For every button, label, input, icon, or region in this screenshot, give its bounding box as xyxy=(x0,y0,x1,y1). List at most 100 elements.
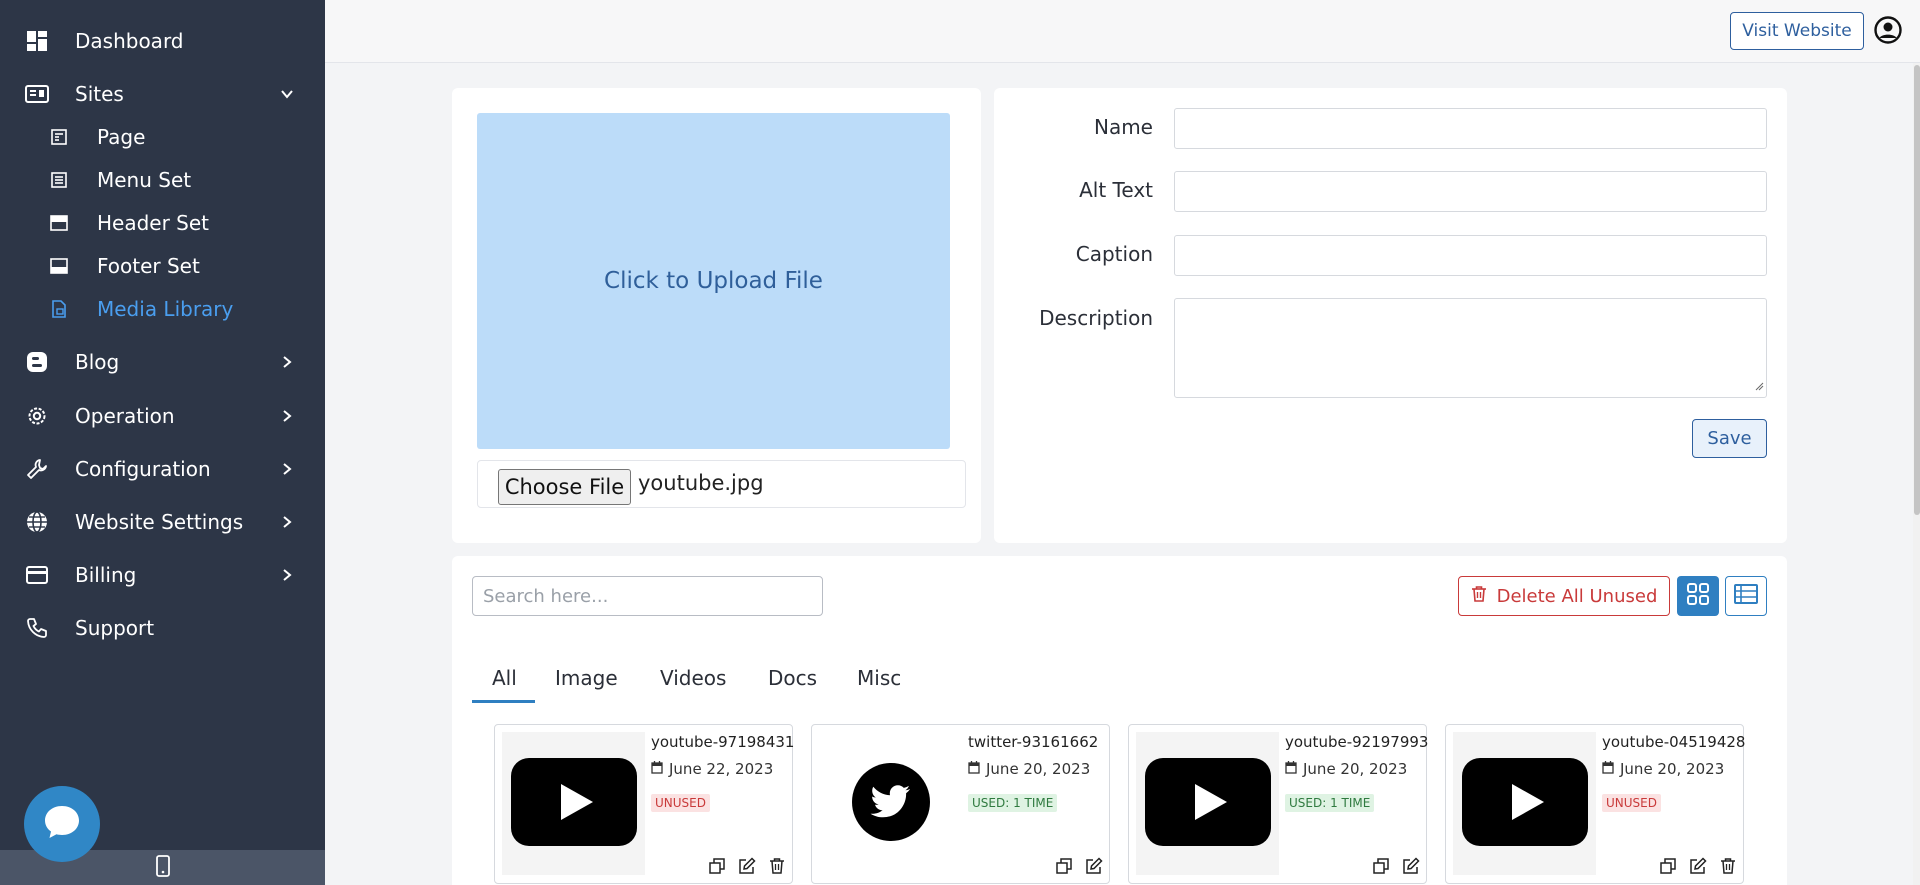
edit-icon[interactable] xyxy=(1688,856,1708,876)
sidebar-subitem-page[interactable]: Page xyxy=(0,117,325,157)
copy-icon[interactable] xyxy=(1371,856,1391,876)
sidebar-item-support[interactable]: Support xyxy=(0,608,325,648)
resize-handle-icon[interactable] xyxy=(1754,376,1764,395)
media-thumbnail[interactable] xyxy=(502,732,645,875)
sidebar-subitem-media-library[interactable]: Media Library xyxy=(0,289,325,329)
copy-icon[interactable] xyxy=(1658,856,1678,876)
upload-dropzone[interactable]: Click to Upload File xyxy=(477,113,950,449)
sidebar-item-label: Operation xyxy=(75,404,175,428)
edit-icon[interactable] xyxy=(737,856,757,876)
trash-icon[interactable] xyxy=(767,856,787,876)
sidebar-item-sites[interactable]: Sites xyxy=(0,74,325,114)
youtube-play-icon xyxy=(1143,756,1273,852)
active-tab-indicator xyxy=(472,700,535,703)
sidebar-item-operation[interactable]: Operation xyxy=(0,396,325,436)
description-field[interactable] xyxy=(1174,298,1767,398)
sidebar-subitem-menu-set[interactable]: Menu Set xyxy=(0,160,325,200)
youtube-play-icon xyxy=(1460,756,1590,852)
save-button[interactable]: Save xyxy=(1692,419,1767,458)
calendar-icon xyxy=(968,760,980,778)
status-badge: USED: 1 TIME xyxy=(968,794,1058,812)
alt-text-label: Alt Text xyxy=(1079,178,1153,202)
sidebar-item-billing[interactable]: Billing xyxy=(0,555,325,595)
media-item[interactable]: youtube-92197993 June 20, 2023 USED: 1 T… xyxy=(1128,724,1428,884)
top-bar xyxy=(325,0,1920,63)
edit-icon[interactable] xyxy=(1401,856,1421,876)
chat-widget-button[interactable] xyxy=(24,786,100,862)
media-item[interactable]: twitter-93161662 June 20, 2023 USED: 1 T… xyxy=(811,724,1110,884)
list-view-button[interactable] xyxy=(1725,576,1767,616)
sidebar-item-dashboard[interactable]: Dashboard xyxy=(0,21,325,61)
media-item[interactable]: youtube-97198431 June 22, 2023 UNUSED xyxy=(494,724,794,884)
description-label: Description xyxy=(1039,306,1153,330)
media-thumbnail[interactable] xyxy=(1453,732,1596,875)
page-scrollbar[interactable] xyxy=(1913,63,1920,885)
sidebar-item-configuration[interactable]: Configuration xyxy=(0,449,325,489)
sidebar-item-label: Sites xyxy=(75,82,124,106)
tab-image[interactable]: Image xyxy=(555,666,618,690)
media-details-form: Name Alt Text Caption Description Save xyxy=(994,88,1787,543)
sidebar-item-blog[interactable]: Blog xyxy=(0,342,325,382)
media-item[interactable]: youtube-04519428 June 20, 2023 UNUSED xyxy=(1445,724,1745,884)
sidebar-subitem-label: Menu Set xyxy=(97,168,192,192)
sidebar-item-label: Dashboard xyxy=(75,29,184,53)
media-item-date: June 22, 2023 xyxy=(651,760,773,778)
status-badge: UNUSED xyxy=(651,794,710,812)
menu-list-icon xyxy=(48,169,70,191)
chat-bubble-icon xyxy=(42,802,82,846)
upload-card: Click to Upload File Choose File youtube… xyxy=(452,88,981,543)
media-thumbnail[interactable] xyxy=(819,732,962,875)
status-badge: UNUSED xyxy=(1602,794,1661,812)
caption-field[interactable] xyxy=(1174,235,1767,276)
tab-misc[interactable]: Misc xyxy=(857,666,901,690)
alt-text-field[interactable] xyxy=(1174,171,1767,212)
tab-all[interactable]: All xyxy=(492,666,517,690)
status-badge: USED: 1 TIME xyxy=(1285,794,1375,812)
chevron-right-icon xyxy=(278,566,296,584)
media-item-date-text: June 20, 2023 xyxy=(986,760,1091,778)
trash-icon xyxy=(1471,585,1487,608)
visit-website-button[interactable]: Visit Website xyxy=(1730,12,1864,50)
search-input[interactable]: Search here... xyxy=(472,576,823,616)
file-input[interactable]: Choose File youtube.jpg xyxy=(477,460,966,508)
delete-all-unused-button[interactable]: Delete All Unused xyxy=(1458,576,1670,616)
sidebar-item-label: Configuration xyxy=(75,457,211,481)
media-item-name: twitter-93161662 xyxy=(968,733,1099,751)
phone-icon xyxy=(24,615,50,641)
sidebar-item-label: Support xyxy=(75,616,155,640)
dashboard-icon xyxy=(24,28,50,54)
footer-layout-icon xyxy=(48,255,70,277)
trash-icon[interactable] xyxy=(1718,856,1738,876)
chevron-right-icon xyxy=(278,407,296,425)
sidebar: Dashboard Sites Page Menu Set Header Set… xyxy=(0,0,325,885)
grid-view-button[interactable] xyxy=(1677,576,1719,616)
edit-icon[interactable] xyxy=(1084,856,1104,876)
sidebar-item-label: Blog xyxy=(75,350,120,374)
chevron-right-icon xyxy=(278,513,296,531)
chevron-right-icon xyxy=(278,460,296,478)
sidebar-item-label: Website Settings xyxy=(75,510,244,534)
tab-videos[interactable]: Videos xyxy=(660,666,726,690)
media-item-date: June 20, 2023 xyxy=(1602,760,1724,778)
copy-icon[interactable] xyxy=(1054,856,1074,876)
user-account-icon[interactable] xyxy=(1874,16,1902,44)
media-item-date-text: June 20, 2023 xyxy=(1620,760,1725,778)
sidebar-subitem-header-set[interactable]: Header Set xyxy=(0,203,325,243)
globe-icon xyxy=(24,509,50,535)
sidebar-subitem-label: Media Library xyxy=(97,297,234,321)
gear-icon xyxy=(24,403,50,429)
name-field[interactable] xyxy=(1174,108,1767,149)
blog-icon xyxy=(24,349,50,375)
calendar-icon xyxy=(651,760,663,778)
tab-docs[interactable]: Docs xyxy=(768,666,817,690)
media-thumbnail[interactable] xyxy=(1136,732,1279,875)
copy-icon[interactable] xyxy=(707,856,727,876)
sidebar-item-website-settings[interactable]: Website Settings xyxy=(0,502,325,542)
name-label: Name xyxy=(1093,115,1153,139)
delete-all-unused-label: Delete All Unused xyxy=(1496,585,1658,607)
choose-file-button[interactable]: Choose File xyxy=(498,469,631,505)
media-library-card: Search here... Delete All Unused All Ima… xyxy=(452,556,1787,885)
media-item-date-text: June 20, 2023 xyxy=(1303,760,1408,778)
scrollbar-thumb[interactable] xyxy=(1914,65,1920,515)
sidebar-subitem-footer-set[interactable]: Footer Set xyxy=(0,246,325,286)
